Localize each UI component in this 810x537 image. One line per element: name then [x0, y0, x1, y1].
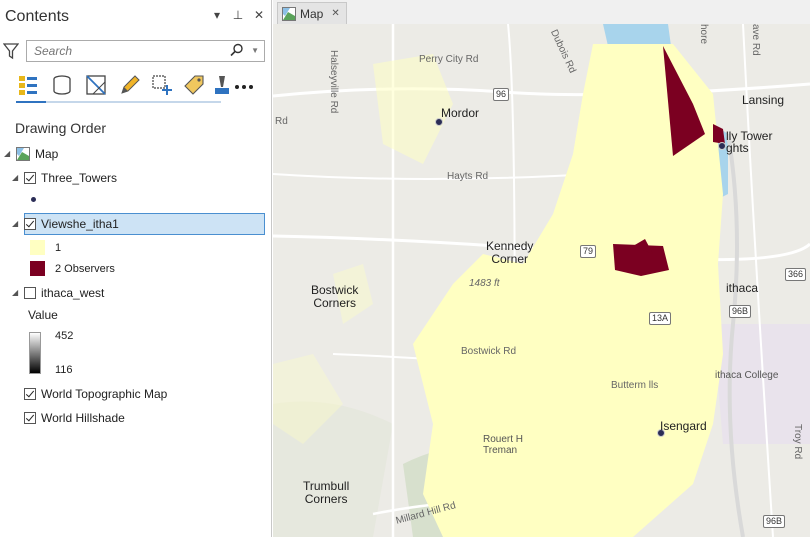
close-pane-button[interactable]: ✕ [253, 8, 265, 22]
layer-world-topographic[interactable]: World Topographic Map [24, 384, 167, 404]
list-by-selection-icon[interactable] [84, 73, 108, 97]
road-label: Bostwick Rd [461, 346, 517, 357]
layer-name: World Hillshade [41, 411, 125, 425]
observer-point[interactable] [718, 142, 726, 150]
list-by-labeling-icon[interactable] [182, 73, 206, 97]
list-by-source-icon[interactable] [50, 73, 74, 97]
layer-visibility-checkbox[interactable] [24, 287, 36, 299]
road-label: ave Rd [750, 24, 761, 56]
layer-visibility-checkbox[interactable] [24, 218, 36, 230]
list-by-perspective-icon[interactable] [210, 73, 234, 97]
collapse-icon[interactable]: ◢ [12, 289, 20, 297]
layer-name: Viewshe_itha1 [41, 217, 119, 231]
route-shield: 13A [649, 312, 672, 325]
road-label: Troy Rd [792, 424, 803, 460]
active-tool-indicator [16, 101, 46, 103]
layer-visibility-checkbox[interactable] [24, 172, 36, 184]
contents-header: Contents ▾ ⊥ ✕ [0, 0, 271, 30]
collapse-icon[interactable]: ◢ [12, 220, 20, 228]
road-label: Hayts Rd [447, 171, 489, 182]
route-shield: 96 [493, 88, 510, 101]
place-label: Kennedy Corner [486, 239, 534, 266]
place-label: Bostwick Corners [311, 283, 359, 310]
place-label: Lansing [742, 93, 785, 107]
route-shield: 366 [785, 268, 807, 281]
pane-title: Contents [5, 8, 70, 25]
value-color-ramp [29, 332, 41, 374]
contents-pane: Contents ▾ ⊥ ✕ ▼ [0, 0, 272, 537]
value-high-label: 452 [55, 330, 74, 342]
route-shield: 79 [580, 245, 597, 258]
place-label: lly Tower ghts [726, 129, 773, 155]
road-label: Rd [275, 116, 288, 127]
legend-swatch-observers [30, 261, 45, 276]
layer-name: ithaca_west [41, 286, 105, 300]
place-label: ithaca [726, 281, 759, 295]
route-shield: 96B [729, 305, 752, 318]
place-label: Rouert H Treman [483, 434, 524, 456]
map-tab[interactable]: Map ✕ [277, 2, 347, 24]
point-symbol-icon [31, 197, 36, 202]
layer-name: Three_Towers [41, 171, 118, 185]
map-canvas[interactable]: Mordor lly Tower ghts Lansing Kennedy Co… [273, 24, 810, 537]
pane-options-button[interactable]: ▾ [211, 8, 223, 22]
map-icon [16, 147, 30, 161]
place-label: Isengard [660, 419, 707, 433]
search-row: ▼ [3, 40, 265, 62]
legend-label: 2 Observers [55, 263, 115, 275]
elevation-label: 1483 ft [469, 278, 500, 289]
value-low-label: 116 [55, 364, 73, 376]
layer-ithaca-west[interactable]: ◢ ithaca_west [12, 283, 104, 303]
map-node-label: Map [35, 147, 59, 161]
search-icon[interactable] [230, 43, 244, 57]
legend-label: 1 [55, 242, 62, 254]
contents-toolbar [16, 73, 266, 101]
place-label: Mordor [441, 106, 480, 120]
collapse-icon[interactable]: ◢ [4, 150, 12, 158]
layer-name: World Topographic Map [41, 387, 168, 401]
map-tab-label: Map [300, 6, 324, 21]
layer-visibility-checkbox[interactable] [24, 412, 36, 424]
value-legend-title: Value [28, 308, 58, 322]
legend-swatch-visible [30, 240, 45, 255]
close-tab-icon[interactable]: ✕ [331, 8, 339, 19]
layer-world-hillshade[interactable]: World Hillshade [24, 408, 125, 428]
road-label: Halseyville Rd [328, 50, 339, 114]
drawing-order-heading: Drawing Order [15, 120, 107, 136]
filter-icon[interactable] [3, 42, 19, 60]
road-label: Perry City Rd [419, 54, 479, 65]
collapse-icon[interactable]: ◢ [12, 174, 20, 182]
place-label: ithaca College [715, 370, 779, 381]
place-label: Butterm lls [611, 380, 659, 391]
search-box: ▼ [26, 40, 265, 62]
layer-viewshed[interactable]: ◢ Viewshe_itha1 [12, 214, 119, 234]
map-icon [282, 6, 296, 21]
map-tabstrip: Map ✕ [273, 0, 810, 25]
toolbar-divider [16, 101, 221, 103]
layer-visibility-checkbox[interactable] [24, 388, 36, 400]
place-label: Trumbull Corners [303, 479, 350, 506]
list-by-editing-icon[interactable] [118, 73, 142, 97]
auto-hide-button[interactable]: ⊥ [232, 8, 244, 22]
more-options-icon[interactable] [232, 73, 256, 97]
list-by-snapping-icon[interactable] [150, 73, 174, 97]
search-options-icon[interactable]: ▼ [251, 46, 259, 55]
route-shield: 96B [763, 515, 786, 528]
list-by-drawing-order-icon[interactable] [16, 73, 40, 97]
map-view: Map ✕ Mordor lly Tower ghts Lansing Kenn… [273, 0, 810, 537]
map-node[interactable]: ◢ Map [4, 144, 58, 164]
road-label: hore [698, 24, 709, 45]
search-input[interactable] [32, 43, 226, 59]
layer-three-towers[interactable]: ◢ Three_Towers [12, 168, 117, 188]
